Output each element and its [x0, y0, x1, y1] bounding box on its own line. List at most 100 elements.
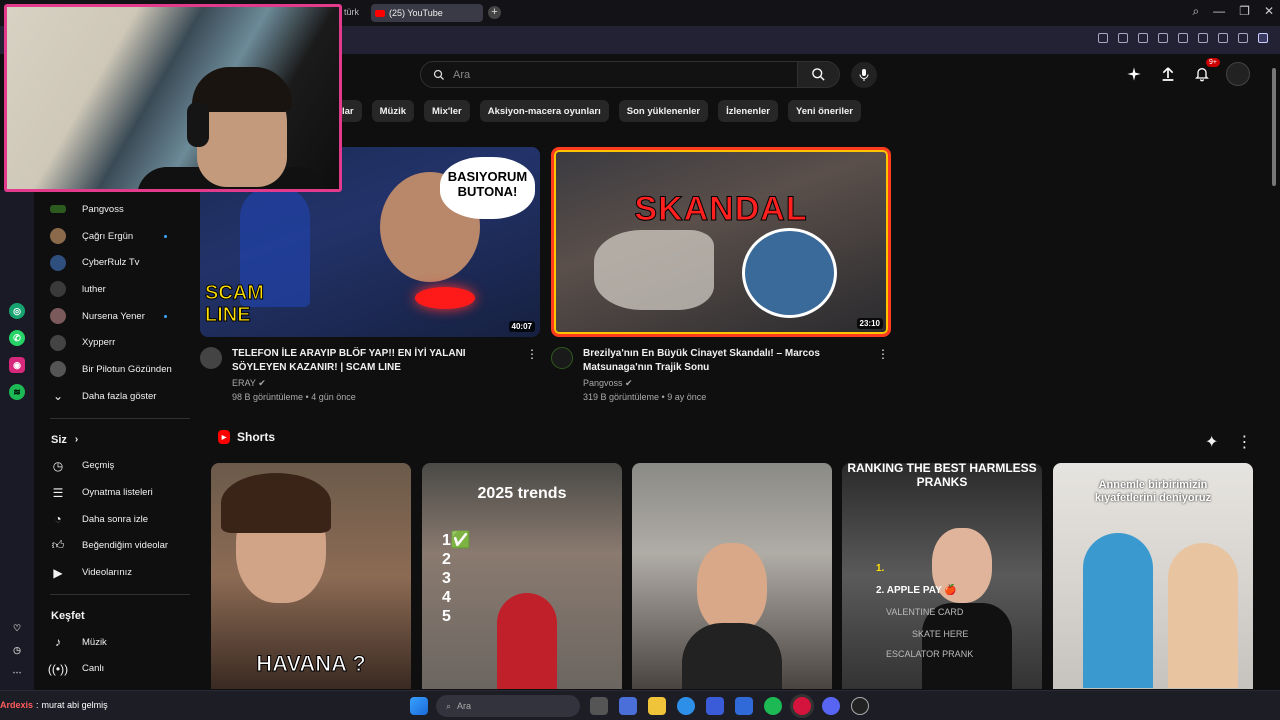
scrollbar-thumb[interactable]: [1272, 68, 1276, 186]
notifications-icon[interactable]: 9+: [1192, 58, 1220, 84]
duration-badge: 40:07: [508, 321, 535, 332]
history-icon: ◷: [52, 458, 64, 473]
new-tab-button[interactable]: +: [488, 6, 501, 19]
chip-recently-uploaded[interactable]: Son yüklenenler: [618, 100, 709, 122]
chip-music[interactable]: Müzik: [371, 100, 415, 122]
whatsapp-icon[interactable]: ✆: [9, 330, 25, 346]
chip-watched[interactable]: İzlenenler: [718, 100, 778, 122]
chevron-right-icon: ›: [74, 434, 79, 445]
edit-icon[interactable]: [1098, 33, 1108, 43]
search-box[interactable]: [420, 61, 798, 88]
thumbnail-speech-bubble: BASIYORUM BUTONA!: [440, 157, 535, 219]
app-icon[interactable]: [619, 697, 637, 715]
short-list: 1✅ 2 3 4 5: [442, 531, 471, 626]
video-thumbnail[interactable]: SKANDAL 23:10: [551, 147, 891, 337]
taskbar-search[interactable]: ⌕ Ara: [436, 695, 580, 717]
sidebar-item-music[interactable]: ♪ Müzik: [34, 629, 194, 656]
tab-previous[interactable]: türk: [344, 7, 359, 17]
video-card[interactable]: SKANDAL 23:10 Brezilya'nın En Büyük Cina…: [551, 147, 891, 402]
tab-youtube[interactable]: (25) YouTube: [371, 4, 483, 22]
camera-icon[interactable]: [1118, 33, 1128, 43]
chip-mixes[interactable]: Mix'ler: [424, 100, 470, 122]
thumbnail-hair: [221, 473, 331, 533]
maximize-icon[interactable]: ❐: [1239, 4, 1250, 19]
search-input[interactable]: [453, 68, 753, 81]
short-card[interactable]: RANKING THE BEST HARMLESS PRANKS 1. 2. A…: [842, 463, 1042, 689]
download-icon[interactable]: [1198, 33, 1208, 43]
sidebar-item-cyberrulz[interactable]: CyberRulz Tv: [34, 249, 194, 276]
sidebar-item-cagri-ergun[interactable]: Çağrı Ergün: [34, 223, 194, 250]
you-section-heading[interactable]: Siz ›: [34, 427, 194, 453]
sidebar-item-watch-later[interactable]: ◔ Daha sonra izle: [34, 506, 194, 533]
more-options-icon[interactable]: ⋮: [1236, 432, 1252, 452]
browser-toolbar: [1098, 33, 1268, 43]
sidebar-item-nursena-yener[interactable]: Nursena Yener: [34, 303, 194, 330]
account-avatar[interactable]: [1226, 62, 1250, 86]
edge-icon[interactable]: [677, 697, 695, 715]
video-title[interactable]: TELEFON İLE ARAYIP BLÖF YAP!! EN İYİ YAL…: [232, 347, 512, 375]
extension-icon[interactable]: [1258, 33, 1268, 43]
search-tabs-icon[interactable]: ⌕: [1192, 4, 1199, 19]
channel-name[interactable]: ERAY ✔: [232, 378, 512, 389]
sidebar-item-xypperr[interactable]: Xypperr: [34, 329, 194, 356]
close-icon[interactable]: ✕: [1264, 4, 1274, 19]
short-card[interactable]: Annemle birbirimizin kıyafetlerini deniy…: [1053, 463, 1253, 689]
heart-icon[interactable]: ♡: [9, 620, 25, 636]
more-options-icon[interactable]: ⋮: [526, 347, 538, 361]
channel-avatar[interactable]: [551, 347, 573, 369]
chip-lists[interactable]: lar: [342, 100, 362, 122]
steam-icon[interactable]: [851, 697, 869, 715]
thumbnail-figure: [1168, 543, 1238, 688]
sidebar-item-history[interactable]: ◷ Geçmiş: [34, 453, 194, 480]
store-icon[interactable]: [706, 697, 724, 715]
sidebar-item-luther[interactable]: luther: [34, 276, 194, 303]
video-stats: 319 B görüntüleme • 9 ay önce: [583, 392, 707, 402]
opera-icon[interactable]: [793, 697, 811, 715]
upload-icon[interactable]: [1158, 64, 1178, 84]
menu-icon[interactable]: [1218, 33, 1228, 43]
video-title[interactable]: Brezilya'nın En Büyük Cinayet Skandalı! …: [583, 347, 863, 375]
gemini-icon[interactable]: ✦: [1205, 432, 1218, 452]
instagram-icon[interactable]: ◉: [9, 357, 25, 373]
more-options-icon[interactable]: ⋮: [877, 347, 889, 361]
windows-start-icon[interactable]: [410, 697, 428, 715]
sidebar-item-live[interactable]: ((•)) Canlı: [34, 656, 194, 683]
filter-chips: lar Müzik Mix'ler Aksiyon-macera oyunlar…: [342, 100, 861, 122]
sidebar-item-liked-videos[interactable]: 👍︎ Beğendiğim videolar: [34, 533, 194, 560]
sidebar-item-playlists[interactable]: ☰ Oynatma listeleri: [34, 479, 194, 506]
list-item: 1✅: [442, 532, 471, 549]
chatgpt-icon[interactable]: ◎: [9, 303, 25, 319]
chip-new-to-you[interactable]: Yeni öneriler: [787, 100, 861, 122]
shorts-section-heading: ▶ Shorts: [218, 430, 275, 444]
short-card[interactable]: HAVANA ?: [211, 463, 411, 689]
mail-icon[interactable]: [735, 697, 753, 715]
heart-icon[interactable]: [1178, 33, 1188, 43]
short-card[interactable]: [632, 463, 832, 689]
discord-icon[interactable]: [822, 697, 840, 715]
channel-avatar[interactable]: [200, 347, 222, 369]
sidebar-item-pangvoss[interactable]: Pangvoss: [34, 196, 194, 223]
profile-icon[interactable]: [1238, 33, 1248, 43]
channel-avatar: [50, 205, 66, 214]
short-card[interactable]: 2025 trends 1✅ 2 3 4 5: [422, 463, 622, 689]
more-icon[interactable]: ⋯: [9, 664, 25, 680]
spotify-icon[interactable]: [764, 697, 782, 715]
thumbnail-figure: [1083, 533, 1153, 688]
play-icon[interactable]: [1158, 33, 1168, 43]
sidebar-item-your-videos[interactable]: ▶ Videolarınız: [34, 559, 194, 586]
history-icon[interactable]: ◷: [9, 642, 25, 658]
page-scrollbar[interactable]: [1270, 58, 1278, 688]
spotify-icon[interactable]: ≋: [9, 384, 25, 400]
minimize-icon[interactable]: —: [1213, 4, 1225, 19]
file-explorer-icon[interactable]: [648, 697, 666, 715]
shield-icon[interactable]: [1138, 33, 1148, 43]
voice-search-button[interactable]: [851, 62, 877, 88]
gemini-icon[interactable]: [1124, 64, 1144, 84]
sidebar-item-bir-pilotun-gozunden[interactable]: Bir Pilotun Gözünden: [34, 356, 194, 383]
show-more-button[interactable]: ⌄ Daha fazla göster: [34, 383, 194, 410]
search-button[interactable]: [798, 61, 840, 88]
task-view-icon[interactable]: [590, 697, 608, 715]
channel-name[interactable]: Pangvoss ✔: [583, 378, 863, 389]
chip-action-adventure[interactable]: Aksiyon-macera oyunları: [479, 100, 609, 122]
thumbnail-figure: [594, 230, 714, 310]
